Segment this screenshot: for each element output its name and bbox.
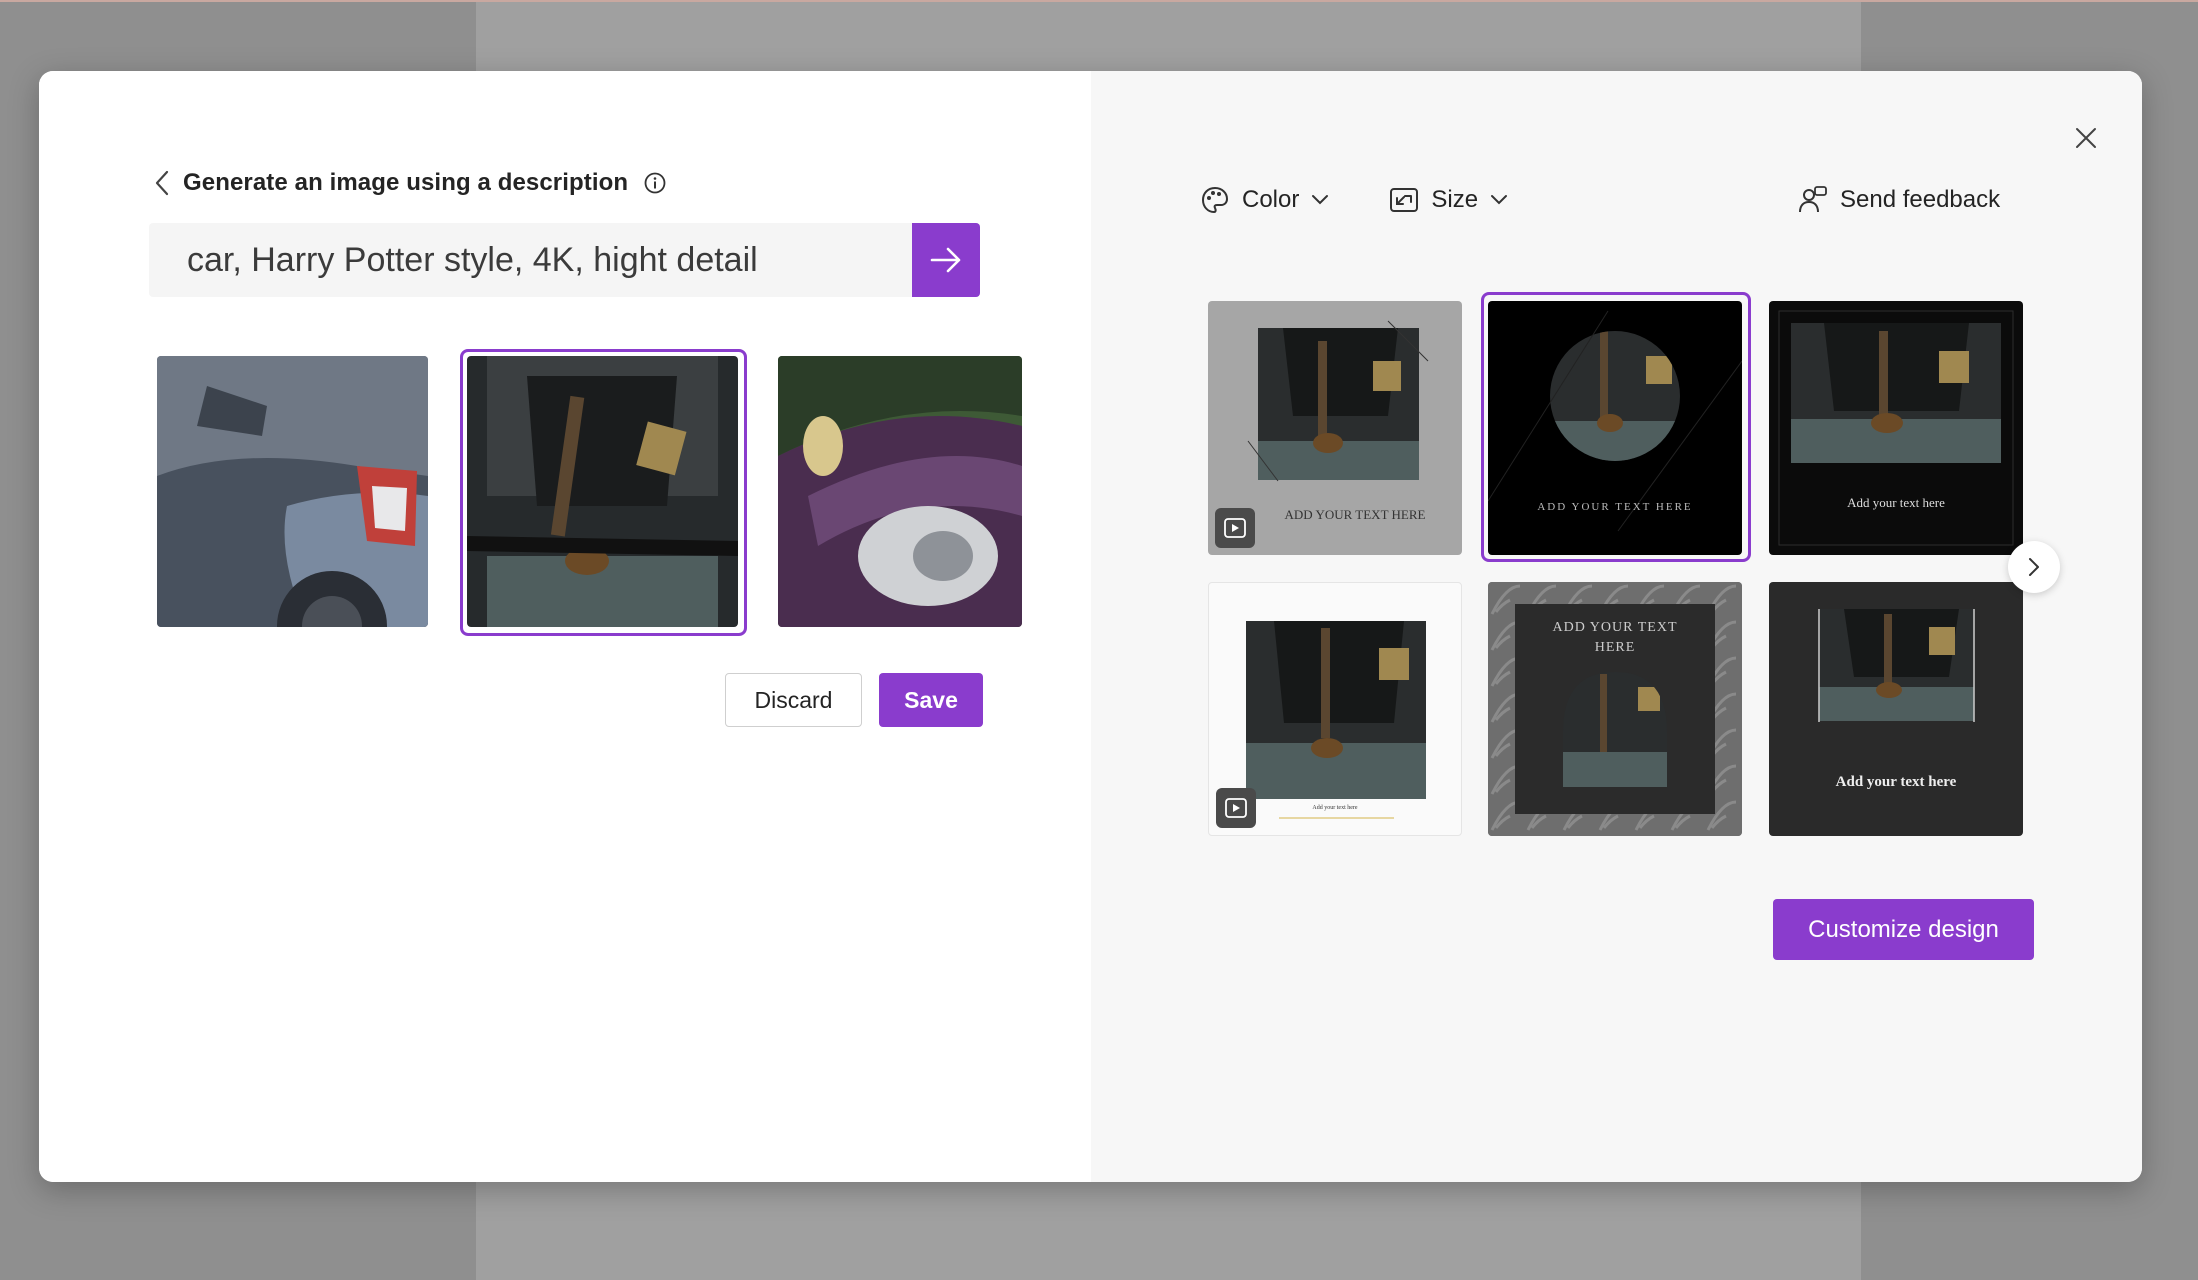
design-card-text: Add your text here (1835, 774, 1957, 790)
animated-badge (1215, 508, 1255, 548)
send-feedback-button[interactable]: Send feedback (1798, 175, 2000, 225)
discard-button[interactable]: Discard (725, 673, 862, 727)
design-card-4[interactable]: Add your text here (1208, 582, 1462, 836)
next-designs-button[interactable] (2008, 541, 2060, 593)
feedback-icon (1799, 186, 1827, 213)
top-border (0, 0, 2198, 2)
color-label: Color (1242, 186, 1300, 213)
back-header[interactable]: Generate an image using a description (155, 163, 666, 203)
generated-image-1[interactable] (157, 356, 428, 627)
chevron-left-icon[interactable] (155, 169, 173, 197)
color-dropdown[interactable]: Color (1200, 185, 1329, 215)
design-card-3[interactable]: Add your text here (1769, 301, 2023, 555)
close-button[interactable] (2066, 118, 2106, 158)
save-button[interactable]: Save (879, 673, 983, 727)
send-feedback-label: Send feedback (1840, 186, 2001, 213)
design-card-1[interactable]: ADD YOUR TEXT HERE (1208, 301, 1462, 555)
design-card-5[interactable]: ADD YOUR TEXT HERE (1488, 582, 1742, 836)
design-card-text: ADD YOUR TEXT HERE (1552, 620, 1678, 655)
size-dropdown[interactable]: Size (1389, 186, 1508, 214)
selected-design-outline (1481, 292, 1751, 562)
generate-pane: Generate an image using a description ca… (39, 71, 1091, 1182)
design-card-text: ADD YOUR TEXT HERE (1284, 507, 1426, 522)
design-toolbar: Color Size (1200, 175, 1568, 225)
info-icon[interactable] (644, 172, 666, 194)
design-card-6[interactable]: Add your text here (1769, 582, 2023, 836)
arrow-right-icon (930, 247, 961, 273)
close-icon (2076, 128, 2096, 148)
generate-button[interactable] (912, 223, 980, 297)
prompt-box (149, 223, 980, 297)
chevron-down-icon (1491, 195, 1508, 205)
resize-icon (1390, 188, 1419, 212)
play-icon (1225, 798, 1247, 818)
selected-image-outline (460, 349, 747, 636)
palette-icon (1201, 186, 1229, 214)
design-card-text: Add your text here (1847, 495, 1945, 510)
action-buttons: Discard Save (725, 673, 983, 727)
prompt-input[interactable] (149, 223, 910, 297)
play-icon (1224, 518, 1246, 538)
generated-image-3[interactable] (778, 356, 1022, 627)
customize-design-button[interactable]: Customize design (1773, 899, 2034, 960)
size-label: Size (1431, 186, 1479, 213)
animated-badge (1216, 788, 1256, 828)
page-title: Generate an image using a description (183, 169, 629, 196)
chevron-right-icon (2029, 558, 2039, 576)
chevron-down-icon (1312, 195, 1329, 205)
